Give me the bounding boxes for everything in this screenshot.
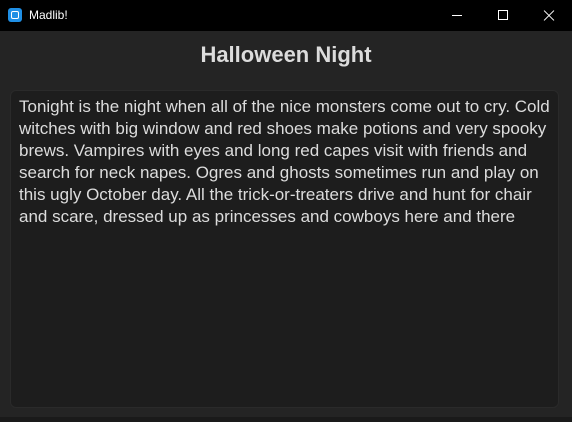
maximize-button[interactable] <box>480 0 526 31</box>
app-icon <box>8 8 22 22</box>
close-button[interactable] <box>526 0 572 31</box>
minimize-button[interactable] <box>434 0 480 31</box>
title-bar[interactable]: Madlib! <box>0 0 572 31</box>
window-title: Madlib! <box>29 8 68 22</box>
story-textbox[interactable]: Tonight is the night when all of the nic… <box>10 90 559 408</box>
window-bottom-edge <box>0 417 572 422</box>
page-title: Halloween Night <box>200 42 372 67</box>
app-window: Madlib! Halloween Night Tonight is the n… <box>0 0 572 422</box>
